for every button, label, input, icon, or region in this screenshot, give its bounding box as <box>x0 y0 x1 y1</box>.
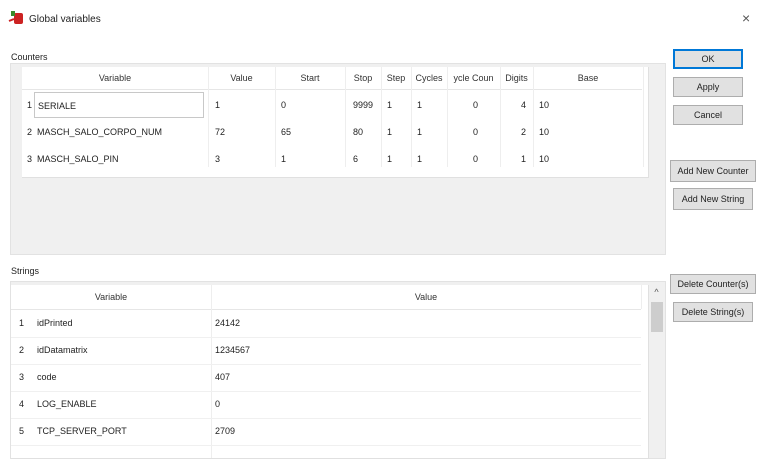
title-bar: Global variables × <box>0 0 758 42</box>
counter-start-cell[interactable]: 1 <box>278 146 338 172</box>
counter-start-cell[interactable]: 65 <box>278 119 338 145</box>
string-row[interactable]: 5 TCP_SERVER_PORT 2709 <box>11 418 641 446</box>
ok-button[interactable]: OK <box>673 49 743 69</box>
cancel-button[interactable]: Cancel <box>673 105 743 125</box>
counter-digits-cell[interactable]: 1 <box>518 146 532 172</box>
apply-button[interactable]: Apply <box>673 77 743 97</box>
counter-base-cell[interactable]: 10 <box>536 119 576 145</box>
window-title: Global variables <box>29 14 101 25</box>
counter-cycles-cell[interactable]: 1 <box>414 92 444 118</box>
counter-stop-cell[interactable]: 6 <box>350 146 380 172</box>
close-icon[interactable]: × <box>742 11 750 25</box>
string-name-cell[interactable]: TCP_SERVER_PORT <box>37 418 127 445</box>
string-name-cell[interactable]: LOG_ENABLE <box>37 391 97 418</box>
counter-name-cell[interactable]: MASCH_SALO_PIN <box>34 146 204 172</box>
strings-panel: Variable Value 1 idPrinted 24142 2 idDat… <box>10 281 666 459</box>
add-string-button[interactable]: Add New String <box>673 188 753 210</box>
counter-cycle-count-cell[interactable]: 0 <box>470 119 498 145</box>
column-header[interactable]: Value <box>208 67 276 89</box>
delete-counter-button[interactable]: Delete Counter(s) <box>670 274 756 294</box>
scroll-up-icon[interactable]: ^ <box>649 285 664 300</box>
row-number: 3 <box>19 372 25 382</box>
app-icon <box>8 11 23 24</box>
counter-step-cell[interactable]: 1 <box>384 119 408 145</box>
string-row[interactable]: 2 idDatamatrix 1234567 <box>11 337 641 365</box>
counters-table: Variable Value Start Stop Step Cycles yc… <box>22 67 649 178</box>
counter-cycle-count-cell[interactable]: 0 <box>470 92 498 118</box>
counter-row[interactable]: 2 MASCH_SALO_CORPO_NUM 72 65 80 1 1 0 2 … <box>22 119 642 145</box>
counter-name-cell[interactable]: MASCH_SALO_CORPO_NUM <box>34 119 204 145</box>
string-row[interactable]: 4 LOG_ENABLE 0 <box>11 391 641 419</box>
counters-panel: Variable Value Start Stop Step Cycles yc… <box>10 63 666 255</box>
counter-row[interactable]: 3 MASCH_SALO_PIN 3 1 6 1 1 0 1 10 <box>22 146 642 172</box>
counter-value-cell[interactable]: 3 <box>212 146 272 172</box>
strings-table: Variable Value 1 idPrinted 24142 2 idDat… <box>11 285 649 459</box>
counter-step-cell[interactable]: 1 <box>384 146 408 172</box>
counter-name-cell[interactable]: SERIALE <box>34 92 204 118</box>
counter-cycles-cell[interactable]: 1 <box>414 146 444 172</box>
delete-string-button[interactable]: Delete String(s) <box>673 302 753 322</box>
column-header[interactable]: Cycles <box>411 67 448 89</box>
row-number: 2 <box>19 345 25 355</box>
row-number: 1 <box>26 100 32 110</box>
counters-header: Variable Value Start Stop Step Cycles yc… <box>22 67 644 90</box>
row-number: 3 <box>26 154 32 164</box>
column-header[interactable]: Digits <box>500 67 534 89</box>
string-value-cell[interactable]: 1234567 <box>215 337 250 364</box>
counters-label: Counters <box>11 52 48 62</box>
row-number: 4 <box>19 399 25 409</box>
string-name-cell[interactable]: code <box>37 364 57 391</box>
string-value-cell[interactable]: 2709 <box>215 418 235 445</box>
counter-value-cell[interactable]: 1 <box>212 92 272 118</box>
column-header[interactable]: ycle Coun <box>447 67 501 89</box>
row-number: 5 <box>19 426 25 436</box>
column-header[interactable]: Start <box>275 67 346 89</box>
strings-scrollbar[interactable]: ^ <box>649 285 665 458</box>
string-value-cell[interactable]: 407 <box>215 364 230 391</box>
counter-step-cell[interactable]: 1 <box>384 92 408 118</box>
column-header[interactable]: Step <box>381 67 412 89</box>
counter-start-cell[interactable]: 0 <box>278 92 338 118</box>
strings-header: Variable Value <box>11 285 642 310</box>
counter-row[interactable]: 1 SERIALE 1 0 9999 1 1 0 4 10 <box>22 92 642 118</box>
string-name-cell[interactable]: idDatamatrix <box>37 337 88 364</box>
column-header[interactable]: Stop <box>345 67 382 89</box>
counter-stop-cell[interactable]: 9999 <box>350 92 380 118</box>
counter-value-cell[interactable]: 72 <box>212 119 272 145</box>
counter-cycle-count-cell[interactable]: 0 <box>470 146 498 172</box>
string-row[interactable]: 3 code 407 <box>11 364 641 392</box>
column-header[interactable]: Value <box>211 285 642 309</box>
scrollbar-thumb[interactable] <box>651 302 663 332</box>
string-value-cell[interactable]: 24142 <box>215 310 240 337</box>
counter-digits-cell[interactable]: 4 <box>518 92 532 118</box>
row-number: 2 <box>26 127 32 137</box>
column-header[interactable]: Variable <box>22 67 209 89</box>
row-number: 1 <box>19 318 25 328</box>
string-name-cell[interactable]: idPrinted <box>37 310 73 337</box>
string-value-cell[interactable]: 0 <box>215 391 220 418</box>
counter-base-cell[interactable]: 10 <box>536 92 576 118</box>
counter-stop-cell[interactable]: 80 <box>350 119 380 145</box>
counter-cycles-cell[interactable]: 1 <box>414 119 444 145</box>
counter-base-cell[interactable]: 10 <box>536 146 576 172</box>
counter-digits-cell[interactable]: 2 <box>518 119 532 145</box>
column-header[interactable]: Base <box>533 67 644 89</box>
add-counter-button[interactable]: Add New Counter <box>670 160 756 182</box>
string-row[interactable]: 1 idPrinted 24142 <box>11 310 641 338</box>
strings-label: Strings <box>11 266 40 276</box>
column-header[interactable]: Variable <box>11 285 212 309</box>
